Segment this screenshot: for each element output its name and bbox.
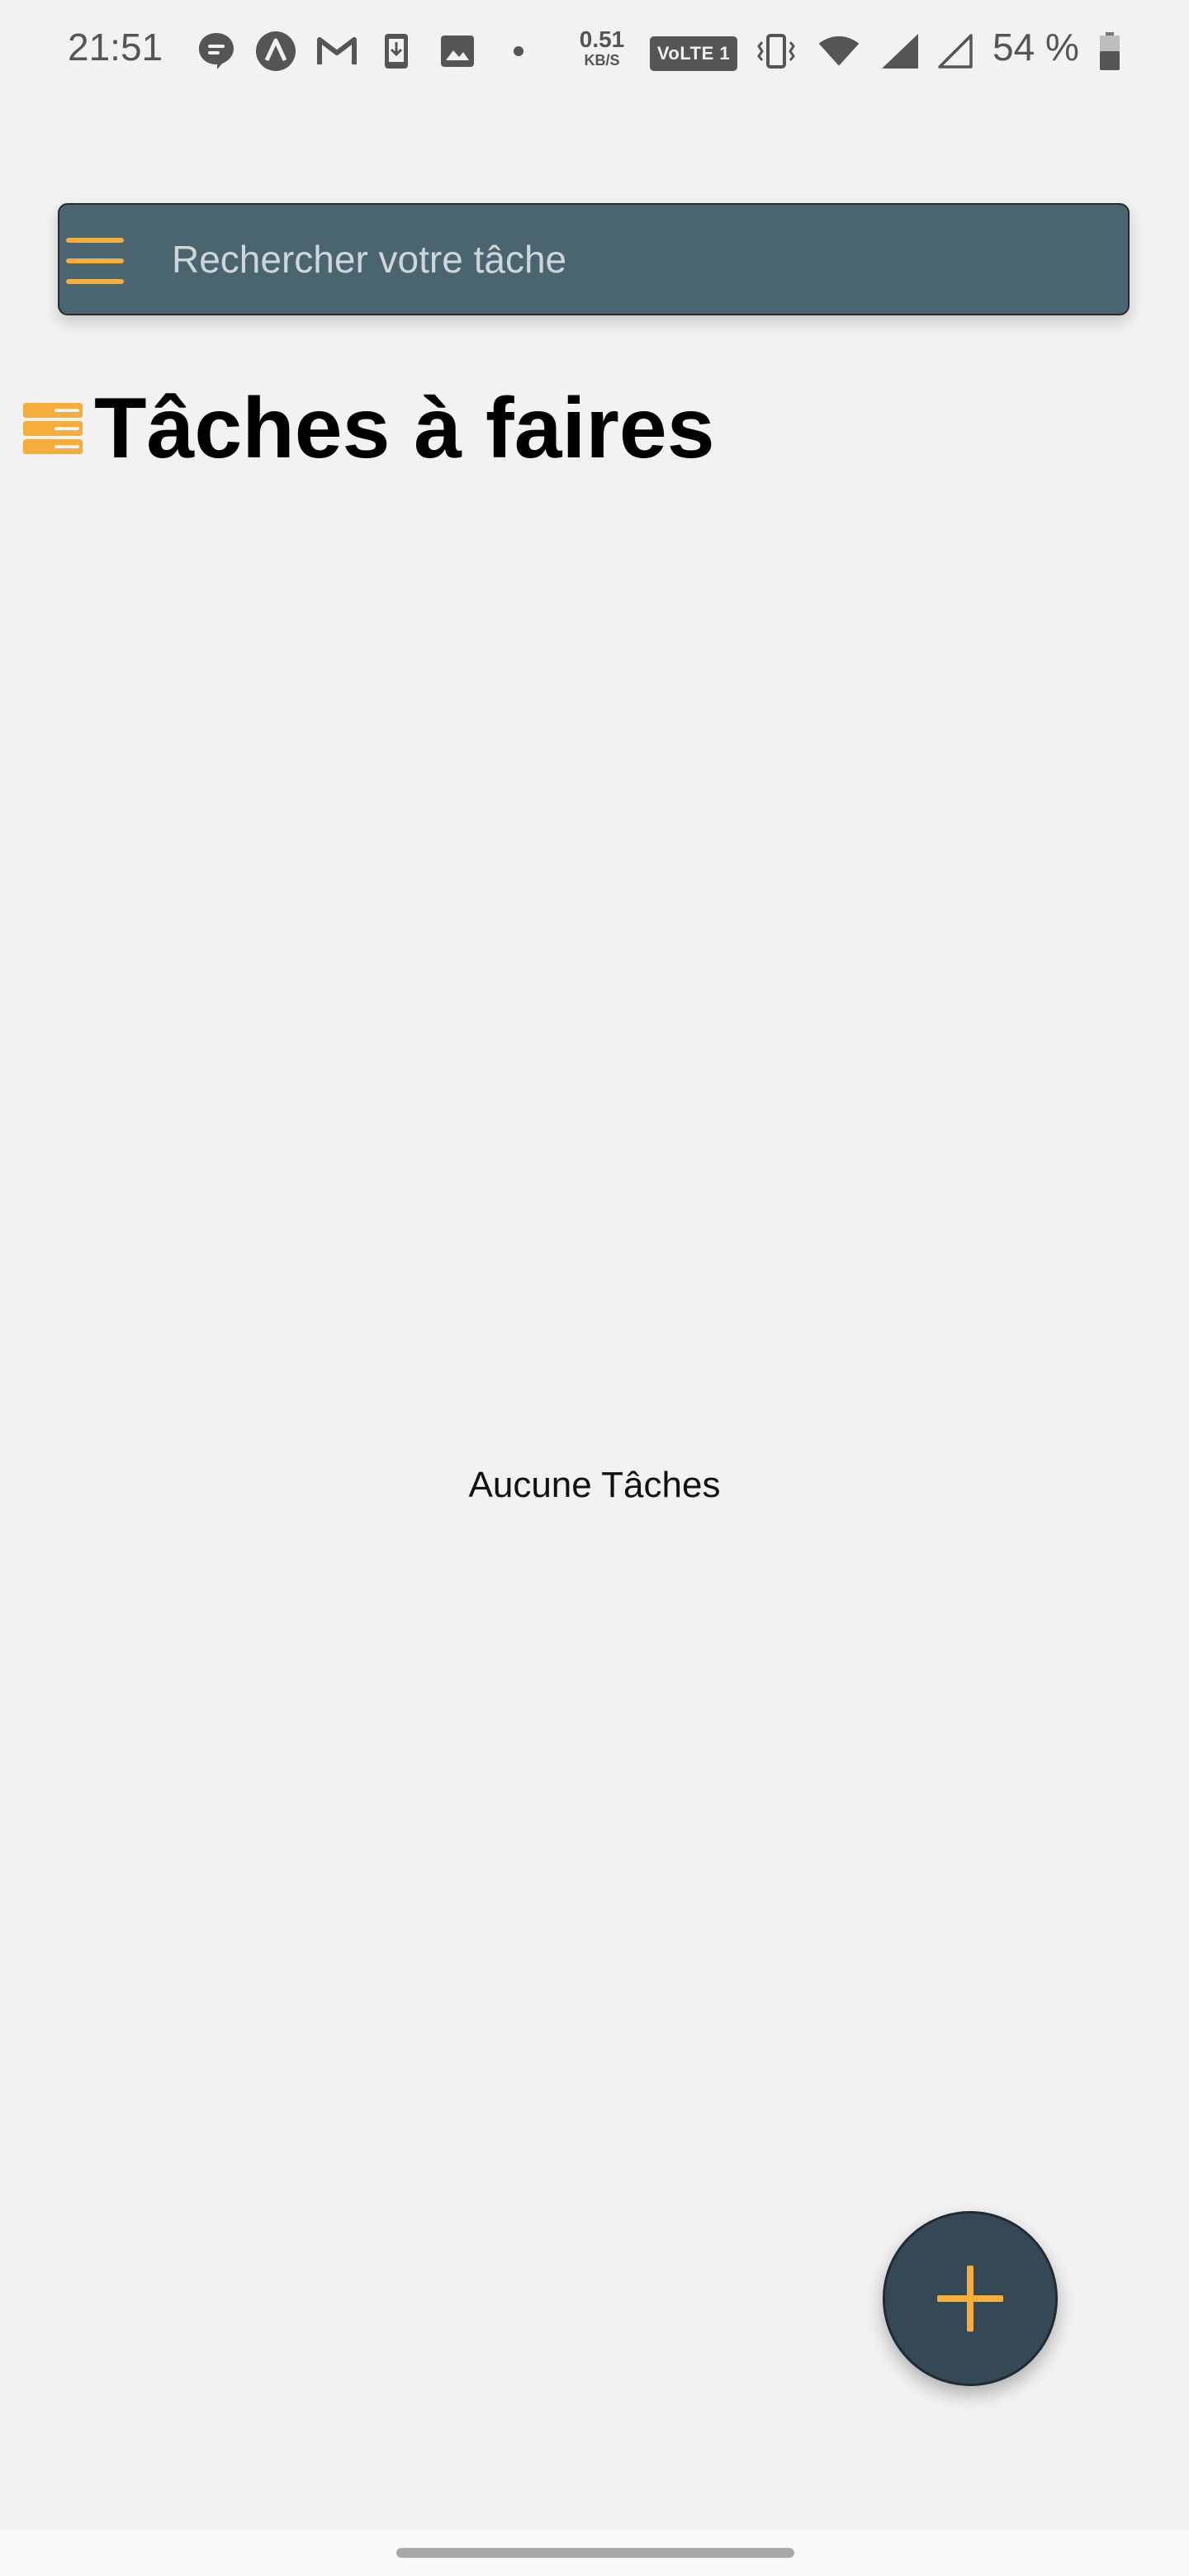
messages-icon bbox=[195, 30, 238, 73]
add-task-button[interactable] bbox=[883, 2211, 1058, 2386]
volte-badge: VoLTE 1 bbox=[650, 36, 737, 71]
plus-icon bbox=[937, 2266, 1003, 2332]
gmail-icon bbox=[315, 30, 358, 73]
network-speed: 0.51 KB/S bbox=[573, 26, 631, 69]
network-speed-value: 0.51 bbox=[579, 26, 625, 52]
notification-dot-icon bbox=[497, 30, 540, 73]
download-icon bbox=[375, 30, 418, 73]
page-title: Tâches à faires bbox=[94, 381, 715, 476]
task-list-icon bbox=[23, 403, 83, 454]
battery-percent: 54 % bbox=[992, 26, 1079, 69]
vibrate-icon bbox=[755, 30, 798, 73]
network-speed-unit: KB/S bbox=[584, 52, 620, 69]
status-bar: 21:51 0.51 KB/S VoLTE 1 54 % bbox=[0, 0, 1189, 99]
app-a-icon bbox=[254, 30, 297, 73]
search-input[interactable] bbox=[172, 223, 1097, 296]
signal-icon bbox=[879, 30, 921, 73]
home-indicator[interactable] bbox=[396, 2548, 794, 2558]
empty-state-message: Aucune Tâches bbox=[468, 1465, 721, 1505]
battery-icon bbox=[1088, 30, 1131, 73]
wifi-icon bbox=[817, 30, 860, 73]
search-bar bbox=[58, 203, 1130, 315]
hamburger-menu-icon[interactable] bbox=[66, 238, 126, 284]
gallery-icon bbox=[436, 30, 479, 73]
status-time: 21:51 bbox=[68, 26, 163, 69]
signal-empty-icon bbox=[933, 30, 976, 73]
